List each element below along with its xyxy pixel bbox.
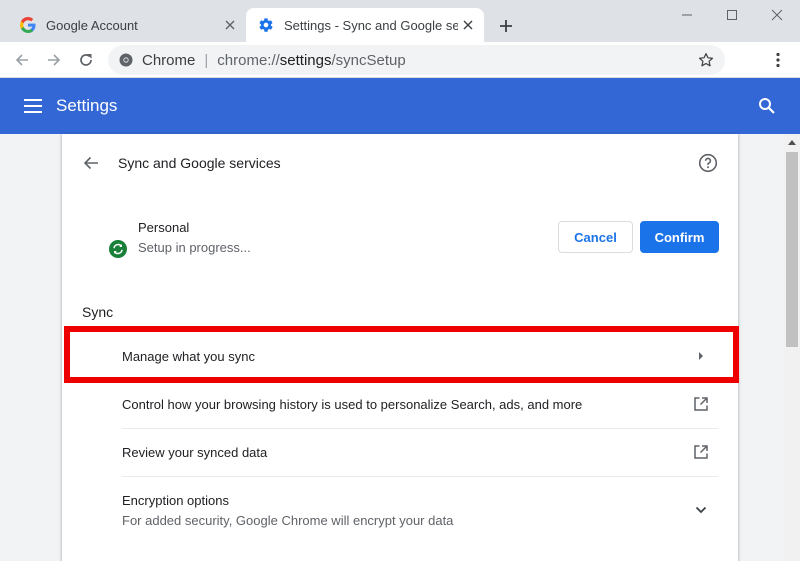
close-icon <box>771 9 783 21</box>
menu-button[interactable] <box>22 95 44 117</box>
hamburger-icon <box>24 99 42 113</box>
tab-settings[interactable]: Settings - Sync and Google services <box>246 8 484 42</box>
reload-icon <box>80 54 92 66</box>
gear-icon <box>258 17 274 33</box>
vertical-scrollbar[interactable] <box>784 134 800 561</box>
sync-icon <box>109 240 127 258</box>
review-synced-data-row[interactable]: Review your synced data <box>122 429 718 476</box>
window-close-button[interactable] <box>766 4 788 26</box>
chrome-icon <box>118 52 134 68</box>
close-icon[interactable] <box>220 15 240 35</box>
maximize-icon <box>727 10 737 20</box>
address-bar[interactable]: Chrome | chrome://settings/syncSetup <box>108 45 725 75</box>
scroll-up-arrow-icon[interactable] <box>784 134 800 150</box>
row-label: Encryption options <box>122 492 229 508</box>
cancel-button[interactable]: Cancel <box>558 221 633 253</box>
arrow-left-icon <box>83 156 98 170</box>
highlight-annotation-box <box>64 326 739 383</box>
tab-google-account[interactable]: Google Account <box>8 8 246 42</box>
arrow-right-icon <box>48 54 61 66</box>
search-icon <box>759 98 775 114</box>
bookmark-star-icon[interactable] <box>695 49 717 71</box>
back-button[interactable] <box>10 48 34 72</box>
settings-header: Settings <box>0 78 800 134</box>
search-button[interactable] <box>756 95 778 117</box>
plus-icon <box>500 20 512 32</box>
maximize-button[interactable] <box>721 4 743 26</box>
sync-section-title: Sync <box>82 304 114 320</box>
browser-toolbar: Chrome | chrome://settings/syncSetup <box>0 42 800 78</box>
tab-title: Settings - Sync and Google services <box>284 17 458 33</box>
arrow-left-icon <box>15 54 28 66</box>
help-icon <box>698 153 718 173</box>
scroll-thumb[interactable] <box>786 152 798 347</box>
row-sublabel: For added security, Google Chrome will e… <box>122 512 454 528</box>
chevron-down-icon <box>690 499 712 521</box>
settings-title: Settings <box>56 96 118 115</box>
back-arrow-button[interactable] <box>80 152 102 174</box>
row-label: Review your synced data <box>122 445 268 460</box>
close-icon[interactable] <box>458 15 478 35</box>
url-text: chrome://settings/syncSetup <box>217 51 406 69</box>
page-title: Sync and Google services <box>118 155 281 171</box>
browser-menu-button[interactable] <box>766 48 790 72</box>
browsing-history-row[interactable]: Control how your browsing history is use… <box>122 381 718 428</box>
minimize-button[interactable] <box>676 4 698 26</box>
encryption-options-row[interactable]: Encryption options For added security, G… <box>122 477 718 543</box>
more-vert-icon <box>776 52 780 68</box>
new-tab-button[interactable] <box>494 14 518 38</box>
site-chip: Chrome <box>142 51 196 69</box>
account-status: Setup in progress... <box>138 240 251 255</box>
external-link-icon <box>690 441 712 463</box>
account-name: Personal <box>138 220 190 235</box>
tab-title: Google Account <box>46 17 138 33</box>
reload-button[interactable] <box>74 48 98 72</box>
confirm-button[interactable]: Confirm <box>640 221 719 253</box>
row-label: Control how your browsing history is use… <box>122 397 583 412</box>
external-link-icon <box>690 393 712 415</box>
address-separator: | <box>204 51 209 69</box>
minimize-icon <box>682 14 692 16</box>
google-g-icon <box>20 17 36 33</box>
forward-button[interactable] <box>42 48 66 72</box>
tab-strip: Google Account Settings - Sync and Googl… <box>0 0 800 42</box>
help-button[interactable] <box>696 151 720 175</box>
